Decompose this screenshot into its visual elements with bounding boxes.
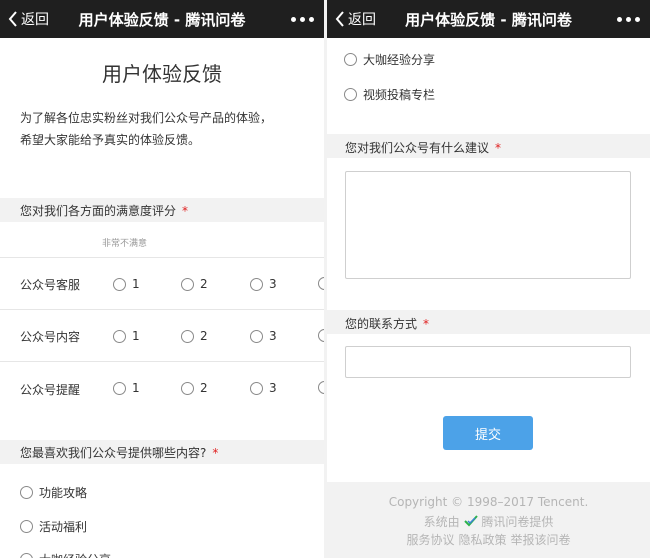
- nav-bar: 返回 用户体验反馈 - 腾讯问卷: [327, 0, 650, 38]
- rating-option[interactable]: 3: [250, 277, 277, 291]
- radio-icon[interactable]: [250, 329, 263, 343]
- choice-label: 大咖经验分享: [363, 53, 436, 67]
- nav-title: 用户体验反馈 - 腾讯问卷: [405, 11, 572, 29]
- right-screen: 返回 用户体验反馈 - 腾讯问卷 大咖经验分享 视频投稿专栏 您对我们公众号有什…: [327, 0, 650, 558]
- matrix-row-label: 公众号提醒: [20, 383, 81, 397]
- required-mark: *: [212, 446, 219, 460]
- question-title-text: 您的联系方式: [345, 317, 418, 331]
- radio-icon[interactable]: [113, 277, 126, 291]
- rating-option-label: 1: [132, 277, 140, 291]
- radio-icon[interactable]: [250, 277, 263, 291]
- matrix-row-label: 公众号客服: [20, 278, 81, 292]
- tencent-wenjuan-logo-icon: [463, 515, 478, 527]
- intro-line-2: 希望大家能给予真实的体验反馈。: [20, 133, 201, 147]
- contact-input[interactable]: [345, 346, 631, 378]
- question-title-suggestion: 您对我们公众号有什么建议 *: [345, 139, 501, 156]
- rating-option-label: 1: [132, 329, 140, 343]
- radio-icon[interactable]: [113, 381, 126, 395]
- question-title-text: 您对我们公众号有什么建议: [345, 141, 490, 155]
- radio-icon[interactable]: [20, 486, 33, 499]
- rating-option-label: 2: [200, 329, 208, 343]
- left-screen: 返回 用户体验反馈 - 腾讯问卷 用户体验反馈 为了解各位忠实粉丝对我们公众号产…: [0, 0, 324, 558]
- radio-icon[interactable]: [181, 277, 194, 291]
- rating-option[interactable]: 2: [181, 381, 208, 395]
- choice-option-partial[interactable]: 大咖经验分享: [20, 551, 111, 558]
- rating-option[interactable]: 1: [113, 381, 140, 395]
- rating-option[interactable]: 3: [250, 381, 277, 395]
- radio-icon[interactable]: [250, 381, 263, 395]
- provided-by: 系统由 腾讯问卷提供: [327, 513, 650, 530]
- footer-links: 服务协议 隐私政策 举报该问卷: [327, 531, 650, 548]
- choice-label: 活动福利: [39, 520, 88, 534]
- choice-option[interactable]: 大咖经验分享: [344, 51, 435, 68]
- intro-line-1: 为了解各位忠实粉丝对我们公众号产品的体验，: [20, 111, 273, 125]
- survey-intro: 为了解各位忠实粉丝对我们公众号产品的体验， 希望大家能给予真实的体验反馈。: [20, 107, 310, 151]
- choice-option[interactable]: 活动福利: [20, 518, 87, 535]
- radio-icon[interactable]: [344, 88, 357, 101]
- required-mark: *: [495, 141, 502, 155]
- rating-option-label: 2: [200, 277, 208, 291]
- rating-option[interactable]: 2: [181, 277, 208, 291]
- rating-option[interactable]: 1: [113, 277, 140, 291]
- link-service-agreement[interactable]: 服务协议: [406, 531, 454, 548]
- more-dots-icon[interactable]: [291, 17, 314, 22]
- rating-option-label: 3: [269, 277, 277, 291]
- required-mark: *: [182, 204, 189, 218]
- choice-label: 视频投稿专栏: [363, 88, 436, 102]
- radio-icon[interactable]: [20, 553, 33, 558]
- rating-option-label: 2: [200, 381, 208, 395]
- question-title-text: 您最喜欢我们公众号提供哪些内容?: [20, 446, 207, 460]
- copyright-text: Copyright © 1998–2017 Tencent.: [388, 495, 589, 509]
- rating-option-label: 3: [269, 329, 277, 343]
- divider: [0, 257, 324, 258]
- choice-option[interactable]: 功能攻略: [20, 484, 87, 501]
- rating-option[interactable]: 1: [113, 329, 140, 343]
- divider: [0, 361, 324, 362]
- nav-bar: 返回 用户体验反馈 - 腾讯问卷: [0, 0, 324, 38]
- survey-title: 用户体验反馈: [102, 62, 222, 86]
- nav-title: 用户体验反馈 - 腾讯问卷: [78, 11, 246, 29]
- question-title-content: 您最喜欢我们公众号提供哪些内容? *: [20, 444, 218, 461]
- choice-label: 大咖经验分享: [39, 551, 111, 558]
- provided-brand[interactable]: 腾讯问卷提供: [481, 515, 553, 529]
- required-mark: *: [423, 317, 430, 331]
- matrix-row-label: 公众号内容: [20, 330, 81, 344]
- radio-icon[interactable]: [113, 329, 126, 343]
- more-dots-icon[interactable]: [617, 17, 640, 22]
- scale-hint: 非常不满意: [102, 239, 148, 249]
- choice-label: 功能攻略: [39, 486, 88, 500]
- provided-prefix: 系统由: [423, 515, 460, 529]
- divider: [0, 309, 324, 310]
- link-report-survey[interactable]: 举报该问卷: [511, 531, 571, 548]
- suggestion-textarea[interactable]: [345, 171, 631, 279]
- link-privacy-policy[interactable]: 隐私政策: [458, 531, 506, 548]
- question-title-contact: 您的联系方式 *: [345, 315, 429, 332]
- rating-option-label: 3: [269, 381, 277, 395]
- question-title-satisfaction: 您对我们各方面的满意度评分 *: [20, 202, 188, 219]
- rating-option[interactable]: 2: [181, 329, 208, 343]
- rating-option[interactable]: 3: [250, 329, 277, 343]
- question-title-text: 您对我们各方面的满意度评分: [20, 204, 177, 218]
- radio-icon[interactable]: [181, 329, 194, 343]
- choice-option[interactable]: 视频投稿专栏: [344, 86, 435, 103]
- rating-option-label: 1: [132, 381, 140, 395]
- radio-icon[interactable]: [344, 53, 357, 66]
- footer: Copyright © 1998–2017 Tencent. 系统由 腾讯问卷提…: [327, 482, 650, 558]
- submit-button[interactable]: 提交: [443, 416, 533, 450]
- radio-icon[interactable]: [181, 381, 194, 395]
- radio-icon[interactable]: [20, 520, 33, 533]
